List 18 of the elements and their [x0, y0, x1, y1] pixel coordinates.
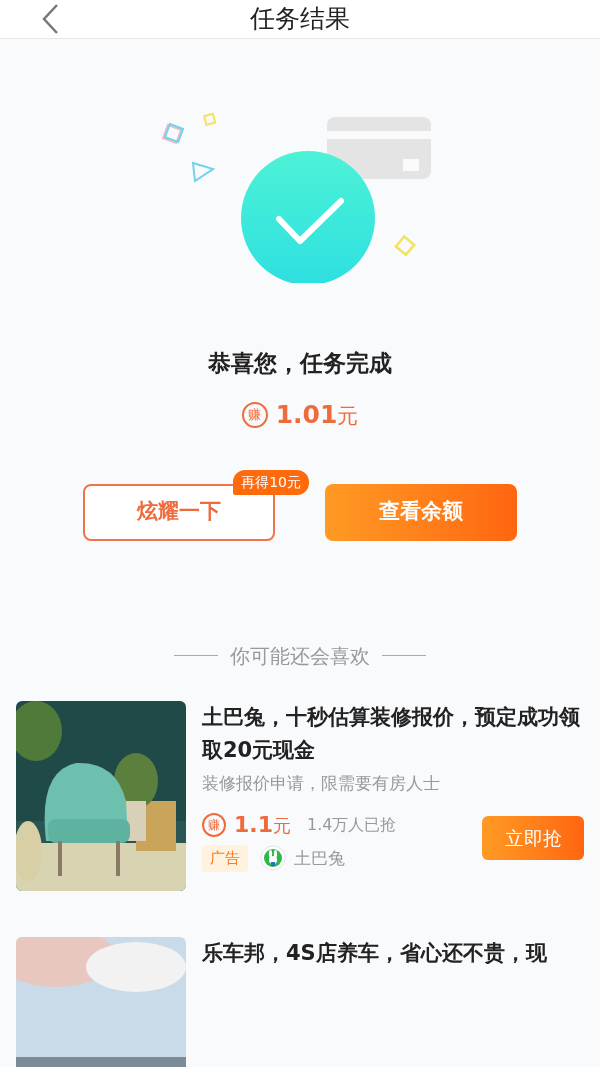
grab-button[interactable]: 立即抢: [482, 816, 584, 861]
grabbed-count: 1.4万人已抢: [307, 813, 397, 836]
rabbit-logo-icon: [260, 845, 286, 872]
ad-tag: 广告: [202, 845, 248, 872]
balance-button[interactable]: 查看余额: [325, 483, 517, 541]
earn-badge: 赚: [241, 401, 268, 428]
back-icon[interactable]: [40, 2, 60, 35]
item-title[interactable]: 乐车邦，4S店养车，省心还不贵，现: [202, 936, 584, 970]
advertiser-name: 土巴兔: [294, 846, 345, 870]
item-title[interactable]: 土巴兔，十秒估算装修报价，预定成功领取20元现金: [202, 700, 584, 767]
earned-amount: 1.01元: [275, 399, 359, 431]
bonus-tag: 再得10元: [233, 469, 309, 495]
page-title: 任务结果: [250, 3, 350, 35]
section-heading: 你可能还会喜欢: [230, 642, 370, 670]
earn-badge: 赚: [202, 812, 226, 837]
reward-amount: 1.1元: [234, 811, 291, 839]
item-subtitle: 装修报价申请，限需要有房人士: [202, 771, 441, 795]
success-message: 恭喜您，任务完成: [207, 348, 393, 378]
